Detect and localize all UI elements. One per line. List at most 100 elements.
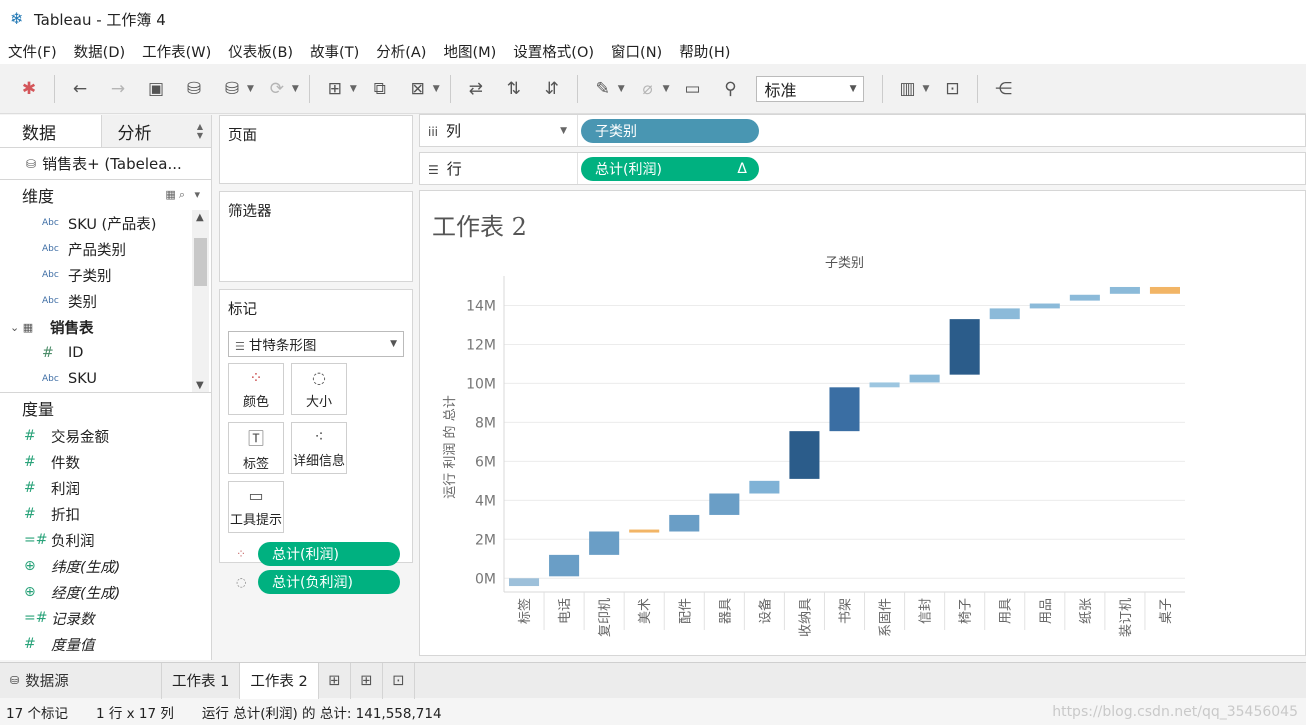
toolbar-divider bbox=[977, 74, 979, 103]
tableau-home-icon[interactable]: ✱ bbox=[16, 76, 42, 102]
chevron-down-icon[interactable]: ▼ bbox=[433, 84, 440, 94]
swap-axes-icon[interactable]: ⇄ bbox=[463, 76, 489, 102]
waterfall-bar bbox=[589, 531, 620, 555]
menu-map[interactable]: 地图(M) bbox=[443, 41, 496, 62]
new-worksheet-tab-icon[interactable]: ⊞ bbox=[319, 662, 351, 699]
number-type-icon: # bbox=[24, 454, 36, 470]
waterfall-bar bbox=[709, 493, 740, 515]
columns-icon: iii bbox=[428, 125, 439, 139]
size-button[interactable]: ◌ 大小 bbox=[291, 363, 347, 415]
measure-field[interactable]: # 交易金额 bbox=[0, 423, 211, 449]
detail-button-label: 详细信息 bbox=[292, 454, 345, 469]
columns-pill[interactable]: 子类别 bbox=[581, 118, 759, 143]
rows-pill[interactable]: 总计(利润) Δ bbox=[581, 156, 759, 181]
columns-shelf[interactable]: iii 列 ▼ 子类别 bbox=[419, 114, 1306, 147]
pages-shelf[interactable]: 页面 bbox=[219, 115, 413, 184]
menu-help[interactable]: 帮助(H) bbox=[679, 41, 730, 62]
measure-field[interactable]: ⊕ 经度(生成) bbox=[0, 579, 211, 605]
label-button-label: 标签 bbox=[242, 456, 269, 472]
dimension-field[interactable]: Abc 类别 bbox=[0, 288, 211, 314]
dimensions-scrollbar[interactable]: ▲ ▼ bbox=[192, 210, 209, 392]
tooltip-button[interactable]: ▭ 工具提示 bbox=[228, 481, 284, 533]
dimension-field[interactable]: Abc SKU (产品表) bbox=[0, 210, 211, 236]
show-mark-labels-icon[interactable]: ▭ bbox=[680, 76, 706, 102]
filters-shelf[interactable]: 筛选器 bbox=[219, 191, 413, 282]
group-members-icon[interactable]: ⌀ bbox=[635, 76, 661, 102]
save-icon[interactable]: ▣ bbox=[143, 76, 169, 102]
new-story-tab-icon[interactable]: ⊡ bbox=[383, 662, 415, 699]
datasource-item[interactable]: ⛁ 销售表+ (Tabelea... bbox=[0, 148, 211, 180]
color-pill-label: 总计(利润) bbox=[272, 547, 339, 563]
color-pill[interactable]: 总计(利润) bbox=[258, 542, 400, 566]
scroll-up-icon[interactable]: ▲ bbox=[196, 212, 204, 223]
color-palette-icon: ⁘ bbox=[249, 368, 263, 387]
chevron-down-icon[interactable]: ▼ bbox=[618, 84, 625, 94]
share-icon[interactable]: ⋲ bbox=[990, 76, 1016, 102]
y-tick-label: 8M bbox=[475, 415, 496, 431]
tableau-logo-icon: ❄ bbox=[10, 9, 24, 28]
undo-icon[interactable]: ← bbox=[67, 76, 93, 102]
redo-icon[interactable]: → bbox=[105, 76, 131, 102]
new-dashboard-tab-icon[interactable]: ⊞ bbox=[351, 662, 383, 699]
tab-sheet-2[interactable]: 工作表 2 bbox=[240, 662, 319, 699]
measure-field[interactable]: # 折扣 bbox=[0, 501, 211, 527]
tab-datasource[interactable]: ⛁ 数据源 bbox=[0, 662, 162, 699]
rows-shelf[interactable]: ☰ 行 总计(利润) Δ bbox=[419, 152, 1306, 185]
measure-field[interactable]: =# 负利润 bbox=[0, 527, 211, 553]
chevron-down-icon: ▼ bbox=[390, 339, 397, 349]
tab-sheet-1[interactable]: 工作表 1 bbox=[162, 662, 241, 699]
dimension-field[interactable]: # ID bbox=[0, 340, 211, 366]
chevron-down-icon[interactable]: ▼ bbox=[292, 84, 299, 94]
label-button[interactable]: 🅃 标签 bbox=[228, 422, 284, 474]
filters-label: 筛选器 bbox=[228, 204, 272, 220]
clear-sheet-icon[interactable]: ⊠ bbox=[405, 76, 431, 102]
mark-type-dropdown[interactable]: ☰ 甘特条形图 ▼ bbox=[228, 331, 404, 357]
menu-data[interactable]: 数据(D) bbox=[74, 41, 125, 62]
show-me-icon[interactable]: ▥ bbox=[895, 76, 921, 102]
dimension-field[interactable]: Abc 产品类别 bbox=[0, 236, 211, 262]
chevron-down-icon[interactable]: ▼ bbox=[350, 84, 357, 94]
measure-field[interactable]: # 件数 bbox=[0, 449, 211, 475]
new-datasource-icon[interactable]: ⛁ bbox=[181, 76, 207, 102]
presentation-mode-icon[interactable]: ⊡ bbox=[939, 76, 965, 102]
measure-field[interactable]: ⊕ 纬度(生成) bbox=[0, 553, 211, 579]
sort-descending-icon[interactable]: ⇵ bbox=[539, 76, 565, 102]
waterfall-bar bbox=[909, 374, 940, 383]
chevron-down-icon[interactable]: ▼ bbox=[247, 84, 254, 94]
highlight-icon[interactable]: ✎ bbox=[590, 76, 616, 102]
detail-button[interactable]: ⁖ 详细信息 bbox=[291, 422, 347, 474]
measure-field[interactable]: =# 记录数 bbox=[0, 605, 211, 631]
size-pill[interactable]: 总计(负利润) bbox=[258, 570, 400, 594]
menu-window[interactable]: 窗口(N) bbox=[611, 41, 662, 62]
chevron-down-icon: ▼ bbox=[560, 125, 567, 136]
tab-analysis[interactable]: 分析 ▲ ▼ bbox=[101, 115, 211, 147]
color-button[interactable]: ⁘ 颜色 bbox=[228, 363, 284, 415]
pin-axes-icon[interactable]: ⚲ bbox=[718, 76, 744, 102]
sort-ascending-icon[interactable]: ⇅ bbox=[501, 76, 527, 102]
measure-field[interactable]: # 利润 bbox=[0, 475, 211, 501]
menu-story[interactable]: 故事(T) bbox=[310, 41, 359, 62]
view-toggle-search-icons[interactable]: ▦⌕ ▾ bbox=[165, 188, 203, 202]
fit-dropdown[interactable]: 标准 ▼ bbox=[755, 75, 864, 102]
tab-data[interactable]: 数据 bbox=[0, 115, 102, 147]
dimension-field[interactable]: Abc 子类别 bbox=[0, 262, 211, 288]
menu-format[interactable]: 设置格式(O) bbox=[513, 41, 594, 62]
waterfall-bar bbox=[789, 431, 820, 479]
measures-list: # 交易金额 # 件数 # 利润 # 折扣 =# 负利润 ⊕ 纬度(生成) ⊕ 经度(生成) … bbox=[0, 423, 211, 657]
menu-dashboard[interactable]: 仪表板(B) bbox=[228, 41, 293, 62]
menu-analysis[interactable]: 分析(A) bbox=[376, 41, 426, 62]
new-worksheet-icon[interactable]: ⊞ bbox=[322, 76, 348, 102]
measure-field[interactable]: # 度量值 bbox=[0, 631, 211, 657]
refresh-icon[interactable]: ⟳ bbox=[264, 76, 290, 102]
chevron-down-icon[interactable]: ▼ bbox=[663, 84, 670, 94]
menu-file[interactable]: 文件(F) bbox=[8, 41, 57, 62]
duplicate-sheet-icon[interactable]: ⧉ bbox=[367, 76, 393, 102]
dimension-field[interactable]: Abc SKU bbox=[0, 366, 211, 392]
pause-updates-icon[interactable]: ⛁ bbox=[219, 76, 245, 102]
table-folder[interactable]: ⌄ ▦ 销售表 bbox=[0, 314, 211, 340]
waterfall-chart[interactable]: 子类别 0M 2M 4M 6M 8M 10M 12M 14M 运行 利润 的 总计标签 电话 复印机 美… bbox=[420, 191, 1305, 655]
menu-worksheet[interactable]: 工作表(W) bbox=[142, 41, 211, 62]
chevron-down-icon[interactable]: ▼ bbox=[923, 84, 930, 94]
scrollbar-thumb[interactable] bbox=[194, 238, 207, 286]
scroll-down-icon[interactable]: ▼ bbox=[196, 380, 204, 391]
